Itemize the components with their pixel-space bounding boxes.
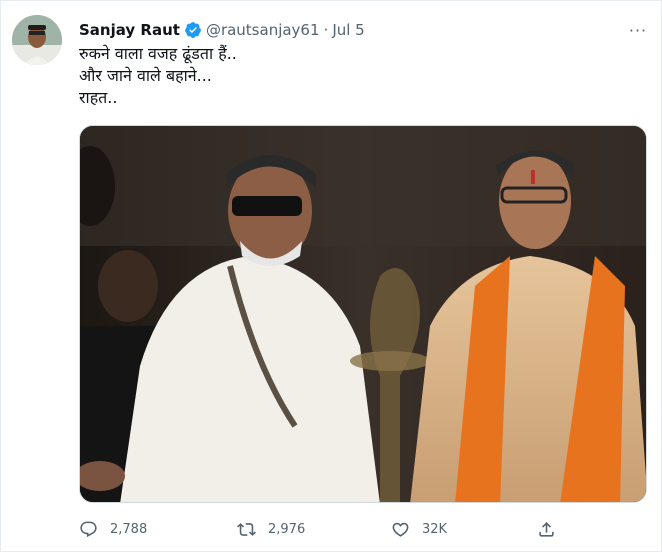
like-count: 32K xyxy=(422,521,448,537)
author-handle[interactable]: @rautsanjay61 xyxy=(206,21,320,39)
share-button[interactable] xyxy=(537,517,568,541)
tweet-text-line: राहत.. xyxy=(79,88,118,107)
reply-button[interactable]: 2,788 xyxy=(79,517,147,541)
tweet-card[interactable]: Sanjay Raut @rautsanjay61 · Jul 5 ··· रु… xyxy=(0,0,662,552)
separator-dot: · xyxy=(323,21,329,39)
like-button[interactable]: 32K xyxy=(391,517,447,541)
tweet-text-line: और जाने वाले बहाने... xyxy=(79,66,212,85)
heart-icon xyxy=(392,522,409,537)
tweet-actions: 2,788 2,976 32K xyxy=(79,517,559,541)
more-options-icon[interactable]: ··· xyxy=(627,21,649,40)
share-icon xyxy=(539,521,554,537)
avatar[interactable] xyxy=(12,15,62,65)
tweet-photo[interactable] xyxy=(79,125,647,503)
avatar-image xyxy=(12,15,62,65)
tweet-header: Sanjay Raut @rautsanjay61 · Jul 5 xyxy=(79,19,365,41)
tweet-text: रुकने वाला वजह ढूंडता हैं.. और जाने वाले… xyxy=(79,43,237,109)
photo-image xyxy=(80,126,646,502)
retweet-count: 2,976 xyxy=(268,521,306,537)
tweet-date[interactable]: Jul 5 xyxy=(332,21,364,39)
retweet-button[interactable]: 2,976 xyxy=(237,517,305,541)
retweet-icon xyxy=(237,522,256,536)
tweet-text-line: रुकने वाला वजह ढूंडता हैं.. xyxy=(79,44,237,63)
verified-badge-icon xyxy=(185,22,201,38)
author-name[interactable]: Sanjay Raut xyxy=(79,21,180,39)
reply-icon xyxy=(80,521,97,537)
reply-count: 2,788 xyxy=(110,521,148,537)
